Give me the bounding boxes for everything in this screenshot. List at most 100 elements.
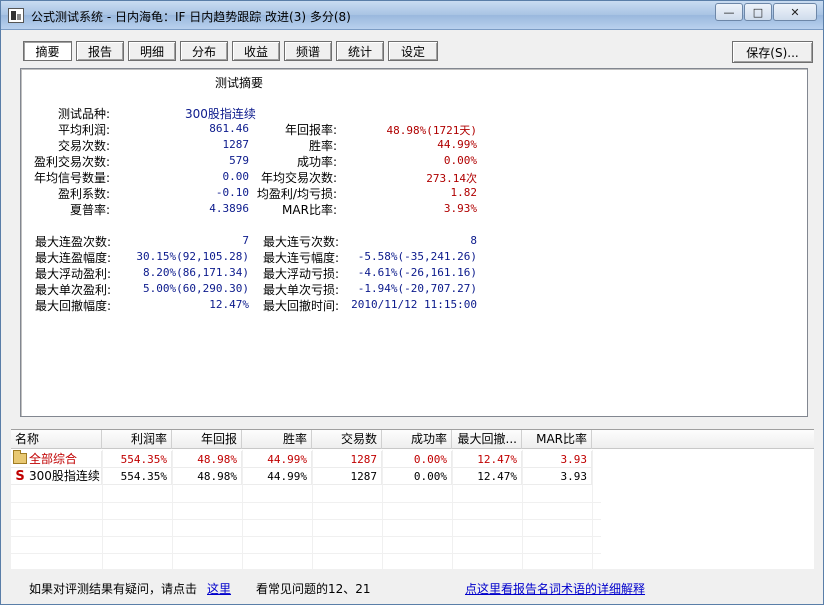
tab-details[interactable]: 明细: [128, 41, 176, 61]
extreme-left-label: 最大浮动盈利:: [35, 267, 112, 281]
table-row[interactable]: 全部综合 554.35% 48.98% 44.99% 1287 0.00% 12…: [11, 450, 814, 468]
product-label: 测试品种:: [57, 107, 110, 121]
stat-right-label: 均盈利/均亏损:: [256, 187, 337, 201]
column-header-max-drawdown[interactable]: 最大回撤...: [452, 430, 522, 449]
tab-report[interactable]: 报告: [76, 41, 124, 61]
stat-right-label: 年均交易次数:: [260, 171, 337, 185]
stat-right-label: MAR比率:: [282, 203, 337, 217]
stat-left-label: 平均利润:: [57, 123, 110, 137]
stat-left-label: 交易次数:: [57, 139, 110, 153]
extreme-left-value: 8.20%(86,171.34): [143, 266, 249, 279]
extreme-right-label: 最大回撤时间:: [263, 299, 340, 313]
stat-right-value: 3.93%: [443, 202, 477, 215]
window-controls: — □ ✕: [714, 3, 817, 21]
stat-left-value: 861.46: [209, 122, 249, 135]
table-cell: 554.35%: [102, 451, 172, 468]
extreme-left-label: 最大回撤幅度:: [35, 299, 112, 313]
title-bar[interactable]: 公式测试系统 - 日内海龟：IF 日内趋势跟踪 改进(3) 多分(8) — □ …: [1, 1, 823, 30]
grid-line: [592, 450, 593, 570]
stat-right-value: 1.82: [450, 186, 478, 199]
stat-left-label: 盈利交易次数:: [33, 155, 110, 169]
tab-spectrum[interactable]: 频谱: [284, 41, 332, 61]
stat-right-value: 273.14次: [426, 172, 477, 185]
tab-settings[interactable]: 设定: [388, 41, 438, 61]
product-value: 300股指连续: [185, 107, 256, 121]
column-header-success-rate[interactable]: 成功率: [382, 430, 452, 449]
question-text: 如果对评测结果有疑问，请点击: [29, 582, 198, 596]
stat-left-value: 0.00: [222, 170, 250, 183]
grid-line: [242, 450, 243, 570]
here-link[interactable]: 这里: [207, 580, 231, 597]
results-table[interactable]: 名称 利润率 年回报 胜率 交易数 成功率 最大回撤... MAR比率 全部综合…: [11, 429, 814, 570]
extreme-right-label: 最大单次亏损:: [263, 283, 340, 297]
row-name: 全部综合: [29, 452, 78, 466]
extreme-right-label: 最大连亏幅度:: [263, 251, 340, 265]
row-name: 300股指连续: [29, 469, 100, 483]
extreme-left-value: 12.47%: [209, 298, 249, 311]
stat-left-value: 4.3896: [209, 202, 249, 215]
table-cell: 44.99%: [242, 451, 312, 468]
glossary-link[interactable]: 点这里看报告名词术语的详细解释: [465, 580, 645, 597]
extreme-left-label: 最大单次盈利:: [35, 283, 112, 297]
grid-line: [11, 536, 601, 537]
app-chart-icon[interactable]: [8, 8, 24, 23]
table-cell: 1287: [312, 468, 382, 485]
extreme-right-value: 8: [470, 234, 477, 247]
main-window: 公式测试系统 - 日内海龟：IF 日内趋势跟踪 改进(3) 多分(8) — □ …: [0, 0, 824, 605]
table-header: 名称 利润率 年回报 胜率 交易数 成功率 最大回撤... MAR比率: [11, 430, 814, 449]
extreme-left-label: 最大连盈次数:: [35, 235, 112, 249]
table-cell: 0.00%: [382, 451, 452, 468]
column-header-mar-ratio[interactable]: MAR比率: [522, 430, 592, 449]
grid-line: [312, 450, 313, 570]
extreme-right-value: -4.61%(-26,161.16): [357, 266, 477, 279]
maximize-button[interactable]: □: [744, 3, 772, 21]
save-button[interactable]: 保存(S)...: [732, 41, 813, 63]
table-cell: 48.98%: [172, 451, 242, 468]
window-title: 公式测试系统 - 日内海龟：IF 日内趋势跟踪 改进(3) 多分(8): [31, 10, 351, 24]
table-cell: 1287: [312, 451, 382, 468]
column-header-trades[interactable]: 交易数: [312, 430, 382, 449]
grid-line: [11, 502, 601, 503]
row-name-cell: 全部综合: [11, 450, 102, 468]
grid-line: [11, 519, 601, 520]
grid-line: [522, 450, 523, 570]
extreme-right-value: -5.58%(-35,241.26): [357, 250, 477, 263]
stat-right-value: 0.00%: [443, 154, 477, 167]
extreme-right-value: -1.94%(-20,707.27): [357, 282, 477, 295]
extreme-right-label: 最大浮动亏损:: [263, 267, 340, 281]
stat-right-value: 48.98%(1721天): [386, 124, 477, 137]
stat-left-label: 年均信号数量:: [33, 171, 110, 185]
grid-line: [382, 450, 383, 570]
stat-left-value: 579: [229, 154, 249, 167]
table-cell: 3.93: [522, 451, 592, 468]
stat-right-label: 成功率:: [296, 155, 337, 169]
tab-bar: 摘要 报告 明细 分布 收益 频谱 统计 设定: [23, 41, 442, 61]
tab-summary[interactable]: 摘要: [23, 41, 72, 61]
table-row[interactable]: S 300股指连续 554.35% 48.98% 44.99% 1287 0.00…: [11, 468, 814, 485]
status-bar: 如果对评测结果有疑问，请点击 这里 看常见问题的12、21 点这里看报告名词术语…: [1, 574, 823, 604]
table-cell: 0.00%: [382, 468, 452, 485]
table-cell: 3.93: [522, 468, 592, 485]
table-cell: 44.99%: [242, 468, 312, 485]
stat-left-label: 盈利系数:: [57, 187, 110, 201]
grid-line: [102, 450, 103, 570]
column-header-profit-rate[interactable]: 利润率: [102, 430, 172, 449]
tab-distribution[interactable]: 分布: [180, 41, 228, 61]
stat-left-label: 夏普率:: [69, 203, 110, 217]
minimize-button[interactable]: —: [715, 3, 743, 21]
column-header-name[interactable]: 名称: [11, 430, 102, 449]
summary-panel: 测试摘要 测试品种: 300股指连续 平均利润: 861.46 交易次数: 12…: [20, 68, 808, 417]
row-name-cell: S 300股指连续: [11, 468, 102, 485]
stat-left-value: -0.10: [215, 186, 249, 199]
tab-statistics[interactable]: 统计: [336, 41, 384, 61]
column-header-win-rate[interactable]: 胜率: [242, 430, 312, 449]
extreme-left-value: 5.00%(60,290.30): [143, 282, 249, 295]
tab-returns[interactable]: 收益: [232, 41, 280, 61]
close-button[interactable]: ✕: [773, 3, 817, 21]
faq-text: 看常见问题的12、21: [256, 582, 371, 596]
folder-icon: [13, 450, 27, 464]
column-header-annual-return[interactable]: 年回报: [172, 430, 242, 449]
table-cell: 554.35%: [102, 468, 172, 485]
extreme-left-label: 最大连盈幅度:: [35, 251, 112, 265]
table-cell: 48.98%: [172, 468, 242, 485]
